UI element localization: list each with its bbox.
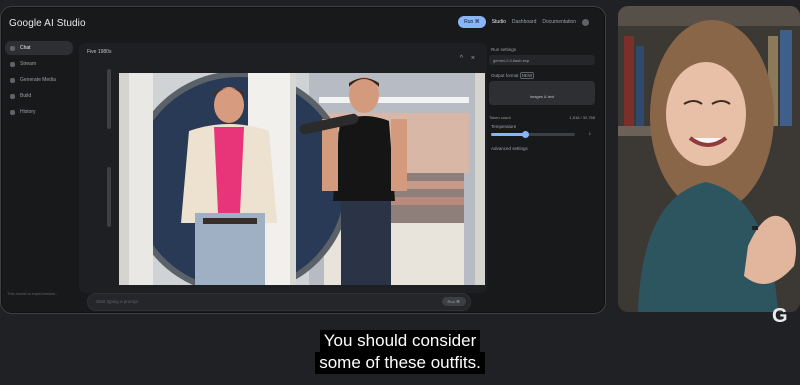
viewer-header: ^ × — [87, 51, 487, 71]
slider-handle[interactable] — [521, 131, 529, 138]
model-select[interactable]: gemini-2.0-flash-exp — [489, 55, 595, 65]
scrollbar-hint — [107, 69, 111, 129]
prompt-run-button[interactable]: Run ⌘ — [441, 297, 466, 306]
run-button[interactable]: Run ⌘ — [458, 16, 486, 28]
token-count-value: 1,516 / 32,768 — [569, 115, 595, 120]
app-title: Google AI Studio — [9, 17, 86, 29]
advanced-settings-label[interactable]: Advanced settings — [491, 146, 595, 151]
generated-image — [119, 73, 485, 285]
close-icon[interactable]: × — [471, 55, 475, 62]
tab-studio[interactable]: Studio — [492, 19, 506, 25]
new-badge: NEW — [519, 72, 535, 79]
output-format-label: Output format NEW — [491, 72, 535, 79]
temperature-label: Temperature — [491, 124, 517, 129]
sidebar-item-label: Stream — [20, 61, 37, 67]
collapse-icon[interactable]: ^ — [460, 55, 463, 62]
app-topbar: Google AI Studio Run ⌘ Studio Dashboard … — [1, 7, 605, 39]
caption-line-1: You should consider — [319, 330, 481, 352]
topbar-actions: Run ⌘ Studio Dashboard Documentation — [458, 16, 589, 28]
caption-line-2: some of these outfits. — [315, 352, 485, 374]
run-settings-panel: Run settings gemini-2.0-flash-exp Output… — [489, 47, 595, 247]
participant-video — [618, 6, 800, 312]
subtitle-caption: You should consider some of these outfit… — [0, 330, 800, 374]
tab-dashboard[interactable]: Dashboard — [512, 19, 536, 25]
settings-icon[interactable] — [582, 18, 589, 26]
build-icon — [10, 93, 15, 99]
video-stage: Google AI Studio Run ⌘ Studio Dashboard … — [0, 0, 800, 385]
slider-fill — [491, 133, 525, 136]
screen-share: Google AI Studio Run ⌘ Studio Dashboard … — [0, 6, 606, 314]
scrollbar-hint — [107, 167, 111, 227]
sidebar-item-build[interactable]: Build — [5, 89, 73, 103]
sidebar-footer: This model is experimental... — [7, 291, 58, 296]
sidebar-item-label: History — [20, 109, 36, 115]
sidebar-item-label: Build — [20, 93, 32, 99]
chat-icon — [10, 45, 15, 51]
prompt-input[interactable]: Start typing a prompt Run ⌘ — [87, 293, 471, 311]
temperature-value: 1 — [588, 131, 591, 136]
tab-documentation[interactable]: Documentation — [542, 19, 576, 25]
stream-icon — [10, 61, 15, 67]
run-settings-label: Run settings — [491, 47, 517, 52]
sidebar-item-label: Chat — [20, 45, 31, 51]
temperature-slider[interactable]: 1 — [491, 131, 591, 138]
sidebar: Chat Stream Generate Media Build History… — [1, 39, 77, 313]
google-logo: G — [772, 305, 788, 327]
sidebar-item-history[interactable]: History — [5, 105, 73, 119]
images-text-button[interactable]: Images & text — [489, 81, 595, 105]
sidebar-item-stream[interactable]: Stream — [5, 57, 73, 71]
model-value: gemini-2.0-flash-exp — [493, 57, 530, 63]
prompt-placeholder: Start typing a prompt — [96, 299, 138, 304]
sidebar-item-chat[interactable]: Chat — [5, 41, 73, 55]
token-count-row: Token count 1,516 / 32,768 — [489, 115, 595, 120]
images-text-label: Images & text — [529, 94, 555, 99]
media-icon — [10, 77, 15, 83]
sidebar-item-generate-media[interactable]: Generate Media — [5, 73, 73, 87]
participant-video-tile — [618, 6, 800, 312]
history-icon — [10, 109, 15, 115]
outfit-photo — [119, 73, 485, 285]
sidebar-item-label: Generate Media — [20, 77, 56, 83]
